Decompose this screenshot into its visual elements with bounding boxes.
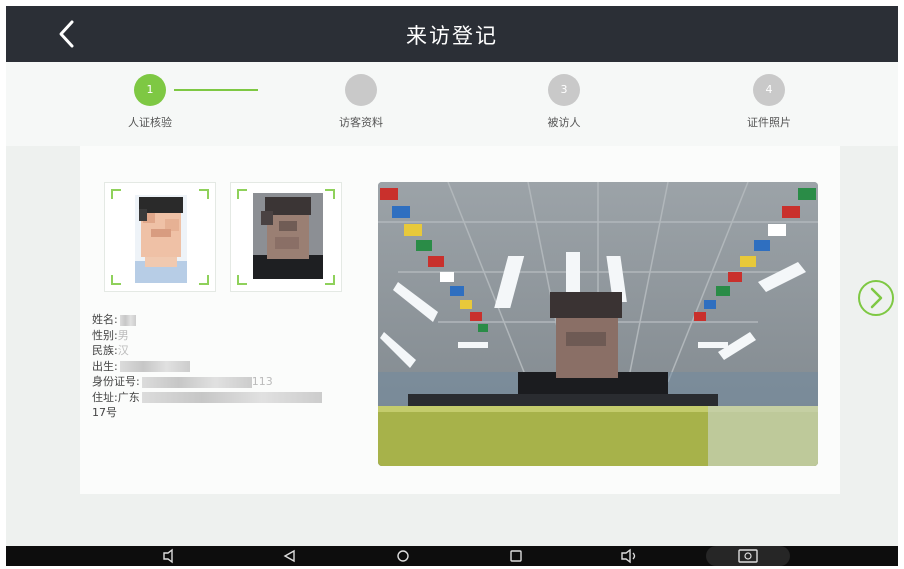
id-photo-frame (104, 182, 216, 292)
redacted-name (119, 314, 136, 326)
step-label: 被访人 (547, 116, 581, 129)
address-line2: 17号 (92, 406, 117, 419)
birth-label: 出生: (92, 359, 118, 373)
address-value: 广东 (117, 390, 140, 404)
step-number (345, 74, 377, 106)
ethnicity-value: 汉 (117, 344, 129, 357)
step-identity-check[interactable]: 1 人证核验 (100, 74, 200, 130)
step-label: 访客资料 (339, 116, 383, 129)
address-row-2: 17号 (92, 405, 372, 421)
ethnicity-label: 民族: (92, 344, 118, 357)
id-number-row: 身份证号: 113 (92, 374, 372, 390)
volume-up-button[interactable] (610, 546, 650, 566)
step-number: 4 (753, 74, 785, 106)
address-label: 住址: (92, 390, 118, 404)
screenshot-icon (738, 549, 758, 563)
live-camera-view (378, 182, 818, 466)
ethnicity-row: 民族:汉 (92, 343, 372, 359)
step-label: 证件照片 (747, 116, 791, 129)
nav-back-button[interactable] (270, 546, 310, 566)
title-bar: 来访登记 (6, 6, 898, 62)
name-label: 姓名: (92, 313, 118, 326)
gender-row: 性别:男 (92, 328, 372, 344)
step-number: 3 (548, 74, 580, 106)
id-card-photo (135, 195, 187, 283)
volume-up-icon (621, 548, 636, 564)
next-button[interactable] (856, 278, 896, 318)
gender-label: 性别: (92, 328, 118, 342)
nav-home-button[interactable] (383, 546, 423, 566)
captured-face-photo (253, 193, 323, 279)
id-info-panel: 姓名: 性别:男 民族:汉 出生: 身份证号: 113 住址:广东 17号 (92, 312, 372, 421)
step-visitor-info[interactable]: 访客资料 (311, 74, 411, 130)
page-title: 来访登记 (406, 24, 498, 48)
verification-card: 姓名: 性别:男 民族:汉 出生: 身份证号: 113 住址:广东 17号 (80, 146, 840, 494)
progress-stepper: 1 人证核验 访客资料 3 被访人 4 证件照片 (6, 62, 898, 146)
id-number-tail: 113 (251, 375, 273, 388)
recents-icon (510, 550, 522, 562)
redacted-address (141, 392, 322, 403)
screenshot-button[interactable] (706, 546, 790, 566)
system-nav-bar (6, 546, 898, 566)
name-row: 姓名: (92, 312, 372, 328)
id-number-label: 身份证号: (92, 375, 140, 388)
back-icon (283, 549, 295, 563)
gender-value: 男 (117, 328, 129, 342)
address-row: 住址:广东 (92, 390, 372, 406)
home-icon (397, 550, 409, 562)
step-id-photo[interactable]: 4 证件照片 (719, 74, 819, 130)
step-number: 1 (134, 74, 166, 106)
redacted-id-number (141, 376, 252, 388)
app-frame: 来访登记 1 人证核验 访客资料 3 被访人 4 证件照片 姓名: 性别:男 民… (6, 6, 898, 566)
step-host[interactable]: 3 被访人 (514, 74, 614, 130)
nav-recents-button[interactable] (496, 546, 536, 566)
captured-face-frame (230, 182, 342, 292)
chevron-right-circle-icon (858, 280, 894, 316)
step-label: 人证核验 (128, 116, 172, 129)
volume-down-icon (163, 548, 173, 564)
redacted-birth (119, 361, 190, 372)
volume-down-button[interactable] (150, 546, 190, 566)
birth-row: 出生: (92, 359, 372, 375)
camera-feed (378, 182, 818, 466)
